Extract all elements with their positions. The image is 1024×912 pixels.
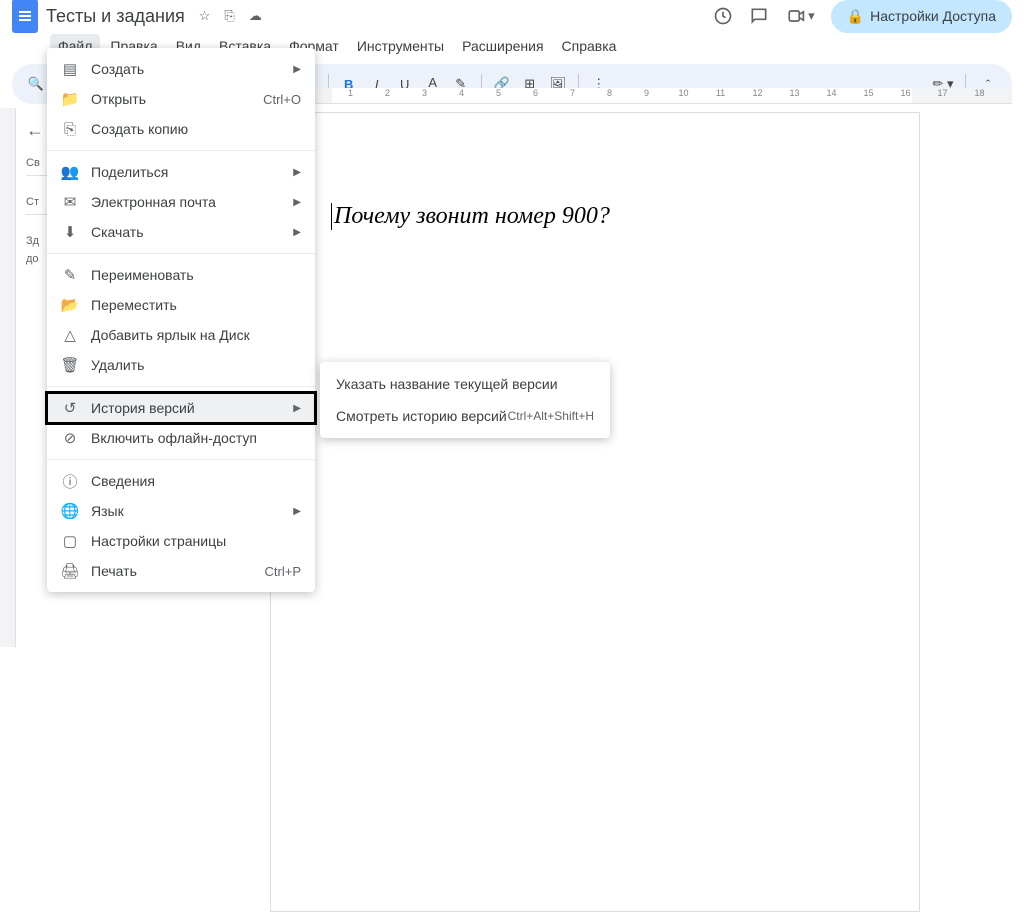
submenu-name-current[interactable]: Указать название текущей версии bbox=[320, 368, 610, 400]
rename-icon: ✎ bbox=[61, 266, 79, 284]
menu-help[interactable]: Справка bbox=[554, 34, 625, 58]
vertical-ruler[interactable] bbox=[0, 108, 16, 647]
submenu-see-history[interactable]: Смотреть историю версий Ctrl+Alt+Shift+H bbox=[320, 400, 610, 432]
folder-icon: 📁 bbox=[61, 90, 79, 108]
trash-icon: 🗑 bbox=[61, 356, 79, 374]
menu-item-move[interactable]: 📂 Переместить bbox=[47, 290, 315, 320]
menu-item-share[interactable]: 👥 Поделиться ▶ bbox=[47, 157, 315, 187]
move-icon: 📂 bbox=[61, 296, 79, 314]
drive-icon: △ bbox=[61, 326, 79, 344]
email-icon: ✉ bbox=[61, 193, 79, 211]
move-folder-icon[interactable]: ⎘ bbox=[224, 8, 234, 24]
document-title[interactable]: Тесты и задания bbox=[46, 6, 185, 27]
share-icon: 👥 bbox=[61, 163, 79, 181]
star-icon[interactable]: ☆ bbox=[199, 8, 211, 24]
comments-icon[interactable] bbox=[749, 6, 769, 26]
search-icon[interactable]: 🔍 bbox=[24, 72, 48, 96]
share-button-label: Настройки Доступа bbox=[870, 8, 996, 24]
download-icon: ⬇ bbox=[61, 223, 79, 241]
share-button[interactable]: 🔒 Настройки Доступа bbox=[831, 0, 1012, 33]
globe-icon: 🌐 bbox=[61, 502, 79, 520]
menu-item-drive-shortcut[interactable]: △ Добавить ярлык на Диск bbox=[47, 320, 315, 350]
meet-icon[interactable]: ▾ bbox=[785, 6, 815, 26]
menu-item-language[interactable]: 🌐 Язык ▶ bbox=[47, 496, 315, 526]
title-bar: Тесты и задания ☆ ⎘ ☁ ▾ 🔒 Настройки Дост… bbox=[0, 0, 1024, 32]
chevron-right-icon: ▶ bbox=[293, 403, 301, 414]
lock-icon: 🔒 bbox=[847, 8, 864, 25]
copy-icon: ⎘ bbox=[61, 120, 79, 138]
chevron-right-icon: ▶ bbox=[293, 167, 301, 178]
chevron-right-icon: ▶ bbox=[293, 64, 301, 75]
history-icon: ↺ bbox=[61, 399, 79, 417]
title-icons: ☆ ⎘ ☁ bbox=[199, 8, 262, 24]
right-tools: ▾ 🔒 Настройки Доступа bbox=[713, 0, 1012, 33]
menu-item-open[interactable]: 📁 Открыть Ctrl+O bbox=[47, 84, 315, 114]
file-menu-dropdown: ▤ Создать ▶ 📁 Открыть Ctrl+O ⎘ Создать к… bbox=[47, 48, 315, 592]
menu-item-version-history[interactable]: ↺ История версий ▶ bbox=[47, 393, 315, 423]
docs-logo-icon[interactable] bbox=[12, 0, 38, 33]
cloud-status-icon[interactable]: ☁ bbox=[249, 8, 262, 24]
page-icon: ▢ bbox=[61, 532, 79, 550]
print-icon: 🖨 bbox=[61, 562, 79, 580]
version-history-submenu: Указать название текущей версии Смотреть… bbox=[320, 362, 610, 438]
menu-item-email[interactable]: ✉ Электронная почта ▶ bbox=[47, 187, 315, 217]
menu-item-page-setup[interactable]: ▢ Настройки страницы bbox=[47, 526, 315, 556]
ruler-ticks: 123456789101112131415161718 bbox=[332, 88, 998, 98]
menu-item-rename[interactable]: ✎ Переименовать bbox=[47, 260, 315, 290]
chevron-right-icon: ▶ bbox=[293, 227, 301, 238]
menu-tools[interactable]: Инструменты bbox=[349, 34, 452, 58]
document-text[interactable]: Почему звонит номер 900? bbox=[331, 203, 859, 230]
menu-item-delete[interactable]: 🗑 Удалить bbox=[47, 350, 315, 380]
offline-icon: ⊘ bbox=[61, 429, 79, 447]
menu-item-details[interactable]: ⓘ Сведения bbox=[47, 466, 315, 496]
menu-item-download[interactable]: ⬇ Скачать ▶ bbox=[47, 217, 315, 247]
menu-item-offline[interactable]: ⊘ Включить офлайн-доступ bbox=[47, 423, 315, 453]
menu-item-print[interactable]: 🖨 Печать Ctrl+P bbox=[47, 556, 315, 586]
info-icon: ⓘ bbox=[61, 472, 79, 490]
menu-extensions[interactable]: Расширения bbox=[454, 34, 551, 58]
document-icon: ▤ bbox=[61, 60, 79, 78]
document-page[interactable]: Почему звонит номер 900? bbox=[270, 112, 920, 912]
chevron-right-icon: ▶ bbox=[293, 197, 301, 208]
chevron-right-icon: ▶ bbox=[293, 506, 301, 517]
history-icon[interactable] bbox=[713, 6, 733, 26]
menu-item-copy[interactable]: ⎘ Создать копию bbox=[47, 114, 315, 144]
menu-item-new[interactable]: ▤ Создать ▶ bbox=[47, 54, 315, 84]
